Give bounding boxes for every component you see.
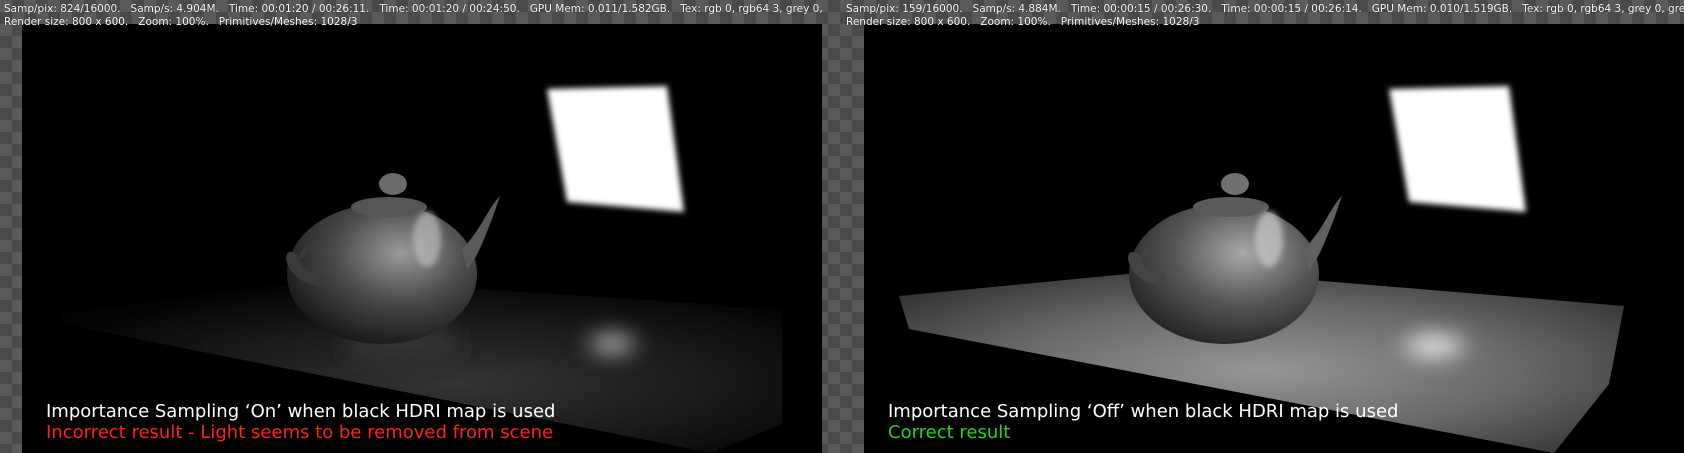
render-image-right [864, 24, 1684, 453]
render-panel-left: Samp/pix: 824/16000. Samp/s: 4.904M. Tim… [0, 0, 822, 453]
stats-line-1: Samp/pix: 824/16000. Samp/s: 4.904M. Tim… [4, 3, 822, 15]
render-stats-right: Samp/pix: 159/16000. Samp/s: 4.884M. Tim… [846, 3, 1684, 29]
stats-line-2: Render size: 800 x 600. Zoom: 100%. Prim… [4, 16, 358, 28]
caption-title: Importance Sampling ‘On’ when black HDRI… [46, 401, 556, 422]
caption-result-correct: Correct result [888, 422, 1011, 443]
render-image-left [22, 24, 822, 453]
caption-right: Importance Sampling ‘Off’ when black HDR… [888, 401, 1398, 443]
caption-result-incorrect: Incorrect result - Light seems to be rem… [46, 422, 554, 443]
caption-left: Importance Sampling ‘On’ when black HDRI… [46, 401, 555, 443]
render-viewport-right[interactable]: Importance Sampling ‘Off’ when black HDR… [864, 24, 1684, 453]
render-stats-left: Samp/pix: 824/16000. Samp/s: 4.904M. Tim… [4, 3, 822, 29]
render-viewport-left[interactable]: Importance Sampling ‘On’ when black HDRI… [22, 24, 822, 453]
render-panel-right: Samp/pix: 159/16000. Samp/s: 4.884M. Tim… [842, 0, 1684, 453]
stats-line-2: Render size: 800 x 600. Zoom: 100%. Prim… [846, 16, 1200, 28]
stats-line-1: Samp/pix: 159/16000. Samp/s: 4.884M. Tim… [846, 3, 1684, 15]
caption-title: Importance Sampling ‘Off’ when black HDR… [888, 401, 1399, 422]
